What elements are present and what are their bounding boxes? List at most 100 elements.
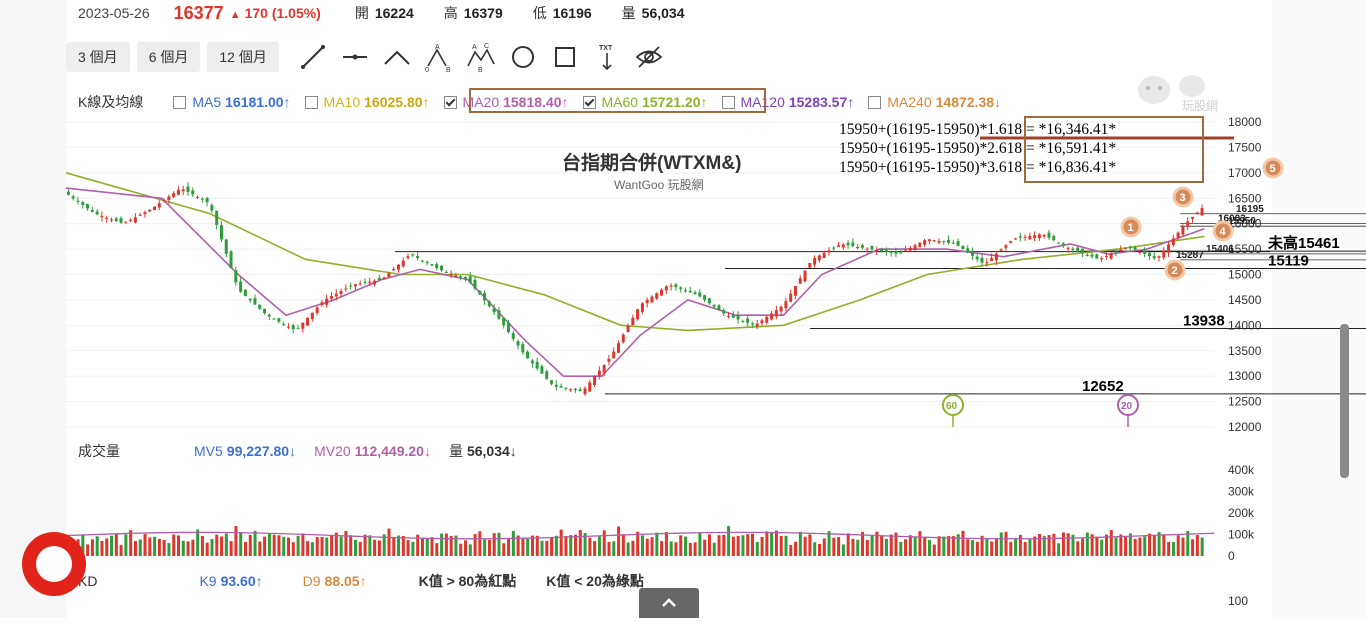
volume-bar (358, 541, 362, 556)
volume-bar (1095, 536, 1099, 556)
volume-bar (674, 542, 678, 556)
d9-name: D9 (302, 573, 321, 589)
candle (530, 360, 534, 364)
candle (655, 293, 659, 299)
wave-marker-label: 5 (1270, 163, 1276, 175)
scroll-up-button[interactable] (639, 588, 699, 618)
mv20-value: 112,449.20 (354, 443, 424, 459)
k9-name: K9 (199, 573, 217, 589)
volume-bar (1066, 533, 1070, 556)
y-tick-label: 14500 (1228, 293, 1262, 307)
scrollbar-thumb[interactable] (1340, 324, 1349, 478)
volume-bar (521, 538, 525, 556)
candle (133, 217, 137, 223)
volume-bar (210, 539, 214, 556)
volume-bar (119, 544, 123, 556)
candle (1076, 247, 1080, 252)
candle (157, 203, 161, 208)
volume-bar (110, 535, 114, 556)
candle (970, 250, 974, 256)
d9-arrow: ↑ (359, 573, 367, 589)
volume-bar (220, 536, 224, 556)
candle (401, 260, 405, 267)
volume-bar (870, 535, 874, 556)
volume-bar (1119, 534, 1123, 556)
candle (90, 210, 94, 212)
volume-bar (459, 543, 463, 556)
volume-bar (478, 531, 482, 556)
candle (76, 200, 80, 202)
volume-bar (406, 540, 410, 556)
volume-bar (559, 529, 563, 556)
candle (688, 290, 692, 293)
volume-bar (741, 535, 745, 556)
candle (889, 251, 893, 253)
candle (1152, 256, 1156, 259)
volume-tick-label: 300k (1228, 485, 1255, 499)
volume-bar (535, 535, 539, 556)
chevron-up-icon (662, 598, 676, 607)
volume-bar (1028, 538, 1032, 556)
volume-bar (660, 541, 664, 556)
volume-bar (1176, 535, 1180, 556)
candle (1176, 232, 1180, 238)
volume-bar (966, 539, 970, 556)
candle (329, 296, 333, 299)
ma-marker-label: 20 (1121, 401, 1133, 412)
volume-bar (320, 537, 324, 556)
volume-bar (664, 532, 668, 556)
candle (612, 351, 616, 359)
volume-bar (918, 531, 922, 556)
volume-bar (727, 526, 731, 556)
candle (363, 281, 367, 283)
candle (573, 388, 577, 391)
candle (956, 241, 960, 246)
volume-bar (602, 530, 606, 556)
volume-bar (401, 535, 405, 556)
volume-bar (153, 536, 157, 556)
volume-bar (411, 541, 415, 556)
candle (961, 245, 965, 250)
y-tick-label: 17000 (1228, 166, 1262, 180)
volume-bar (574, 534, 578, 556)
wantgoo-logo: 玩股網 (1134, 70, 1230, 113)
candle (674, 284, 678, 288)
candle (521, 344, 525, 353)
candle (296, 327, 300, 329)
volume-bar (626, 542, 630, 556)
volume-bar (95, 536, 99, 556)
volume-bar (712, 542, 716, 556)
candle (181, 189, 185, 192)
candle (1200, 208, 1204, 216)
volume-bar (588, 537, 592, 556)
candle (239, 281, 243, 292)
candle (377, 277, 381, 281)
candle (827, 250, 831, 253)
candle (870, 245, 874, 250)
volume-bar (1171, 541, 1175, 556)
chat-button[interactable] (22, 532, 86, 596)
volume-bar (641, 535, 644, 556)
candle (1028, 235, 1032, 240)
volume-bar (1138, 537, 1142, 556)
candle (660, 289, 664, 296)
fib-line-2: 15950+(16195-15950)*2.618 = *16,591.41* (839, 140, 1117, 157)
candle (449, 273, 453, 275)
candle (535, 361, 539, 369)
y-tick-label: 12000 (1228, 420, 1262, 434)
candle (703, 295, 707, 300)
volume-bar (755, 542, 759, 556)
volume-bar (229, 541, 233, 556)
small-level-label: 15287 (1176, 250, 1204, 261)
volume-bar (636, 531, 640, 556)
candle (875, 250, 879, 252)
volume-bar (808, 534, 812, 556)
volume-bar (1076, 541, 1080, 556)
candle (798, 278, 802, 284)
candle (1195, 212, 1199, 215)
volume-bar (722, 534, 726, 556)
volume-bar (707, 534, 711, 556)
candle (200, 198, 204, 200)
candle (1138, 251, 1142, 253)
volume-bar (339, 536, 343, 556)
